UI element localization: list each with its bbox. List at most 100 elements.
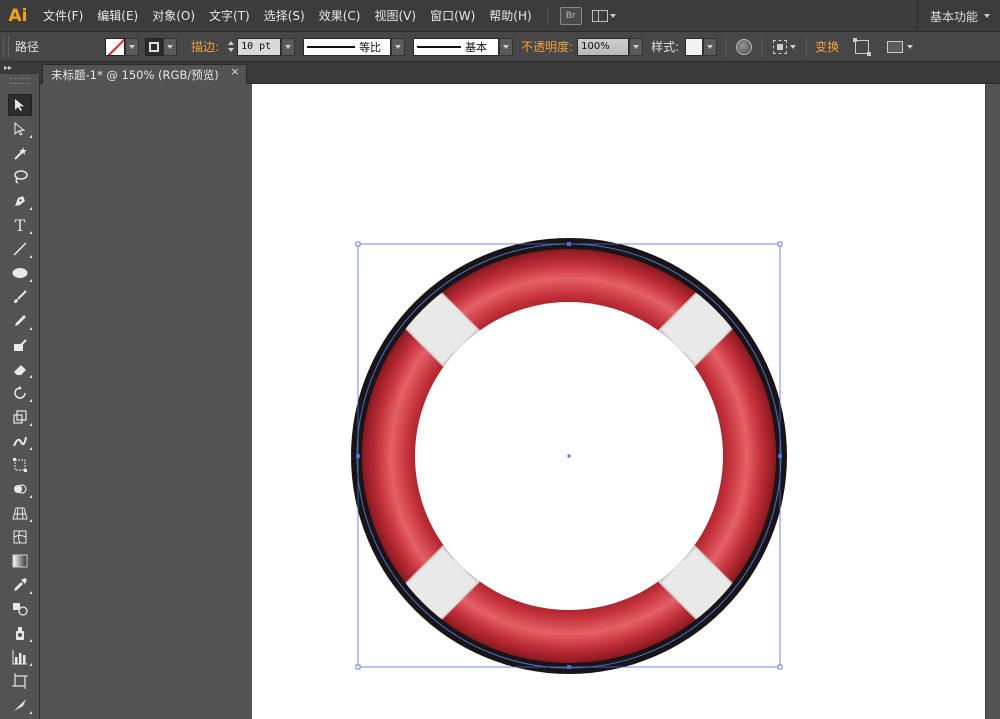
lasso-tool[interactable] [8,166,32,188]
stroke-color-control[interactable] [145,37,178,56]
anchor-bottom[interactable] [567,665,571,669]
shape-builder-tool[interactable] [8,478,32,500]
menu-object[interactable]: 对象(O) [145,0,202,32]
menu-window[interactable]: 窗口(W) [423,0,482,32]
isolate-control[interactable] [887,40,914,53]
panel-grip[interactable] [3,36,9,57]
handle-bottom-right[interactable] [777,664,783,670]
document-tab[interactable]: 未标题-1* @ 150% (RGB/预览) [42,64,247,84]
chevron-down-icon [609,13,616,18]
mesh-tool[interactable] [8,526,32,548]
handle-bottom-left[interactable] [355,664,361,670]
menu-edit[interactable]: 编辑(E) [90,0,145,32]
recolor-artwork-icon[interactable] [736,38,753,55]
handle-top-right[interactable] [777,241,783,247]
transform-each-icon[interactable] [853,37,872,56]
gradient-tool[interactable] [8,550,32,572]
type-t-icon: T [14,215,26,235]
stroke-dropdown[interactable] [163,37,178,56]
ellipse-icon [12,268,28,278]
chevron-down-icon [790,44,797,49]
paintbrush-icon [14,290,27,303]
bridge-button[interactable]: Br [559,6,582,25]
opacity-panel-link[interactable]: 不透明度: [521,38,573,55]
toolbar-collapse-toggle[interactable]: ▸▸ [0,62,40,74]
magic-wand-tool[interactable] [8,142,32,164]
brush-dropdown[interactable] [499,37,514,56]
blob-brush-tool[interactable] [8,334,32,356]
fill-swatch[interactable] [105,37,126,56]
separator [725,36,727,57]
paintbrush-tool[interactable] [8,286,32,308]
ellipse-tool[interactable] [8,262,32,284]
brush-definition[interactable]: 基本 [413,37,500,56]
graphic-style-swatch[interactable] [685,37,704,56]
fill-dropdown[interactable] [125,37,140,56]
blend-icon [13,603,28,616]
none-slash-icon [106,38,125,55]
opacity-dropdown[interactable] [629,37,644,56]
stroke-swatch[interactable] [145,37,164,56]
selection-tool[interactable] [8,94,32,116]
close-tab-icon[interactable]: × [228,64,242,80]
menu-select[interactable]: 选择(S) [257,0,312,32]
type-tool[interactable]: T [8,214,32,236]
arrange-documents-button[interactable] [591,7,622,25]
opacity-field[interactable]: 100% [577,37,630,56]
anchor-right[interactable] [778,454,782,458]
free-transform-tool[interactable] [8,454,32,476]
pencil-tool[interactable] [8,310,32,332]
workspace-switcher[interactable]: 基本功能 [916,0,1000,32]
stroke-weight-dropdown[interactable] [281,37,296,56]
arrange-icon [591,9,608,22]
menu-effect[interactable]: 效果(C) [312,0,368,32]
artwork[interactable] [252,84,985,719]
artboard-tool[interactable] [8,670,32,692]
profile-dropdown[interactable] [391,37,406,56]
tool-group-indicator [29,231,32,234]
pen-tool[interactable] [8,190,32,212]
pencil-icon [15,315,26,326]
perspective-grid-tool[interactable] [8,502,32,524]
blend-tool[interactable] [8,598,32,620]
slice-tool[interactable] [8,694,32,716]
symbol-sprayer-tool[interactable] [8,622,32,644]
column-graph-tool[interactable] [8,646,32,668]
style-dropdown[interactable] [703,37,718,56]
menu-type[interactable]: 文字(T) [202,0,257,32]
fill-control[interactable] [105,37,140,56]
line-icon [13,242,27,256]
warp-tool[interactable] [8,430,32,452]
stroke-panel-link[interactable]: 描边: [191,38,219,55]
direct-selection-tool[interactable] [8,118,32,140]
spin-up-icon[interactable] [228,41,235,45]
eyedropper-tool[interactable] [8,574,32,596]
eraser-tool[interactable] [8,358,32,380]
toolbar-grip[interactable] [10,78,30,84]
line-segment-tool[interactable] [8,238,32,260]
rotate-tool[interactable] [8,382,32,404]
menu-bar: Ai 文件(F) 编辑(E) 对象(O) 文字(T) 选择(S) 效果(C) 视… [0,0,1000,32]
brush-label: 基本 [465,40,488,54]
transform-panel-link[interactable]: 变换 [815,38,839,55]
menu-view[interactable]: 视图(V) [367,0,423,32]
center-point [567,454,571,458]
artboard[interactable] [252,84,985,719]
anchor-top[interactable] [567,242,571,246]
handle-top-left[interactable] [355,241,361,247]
magic-wand-icon [14,147,27,160]
stroke-weight-field[interactable]: 10 pt [237,37,282,56]
workspace-label: 基本功能 [929,9,978,24]
spin-down-icon[interactable] [228,48,235,52]
selection-arrow-icon [15,99,24,111]
anchor-left[interactable] [356,454,360,458]
canvas-area[interactable] [40,84,1000,719]
menu-file[interactable]: 文件(F) [36,0,90,32]
align-control[interactable] [773,39,797,54]
pen-nib-icon [15,196,25,206]
profile-label: 等比 [359,40,382,54]
menu-help[interactable]: 帮助(H) [482,0,538,32]
variable-width-profile[interactable]: 等比 [303,37,392,56]
stroke-weight-spinner[interactable] [225,38,237,56]
scale-tool[interactable] [8,406,32,428]
